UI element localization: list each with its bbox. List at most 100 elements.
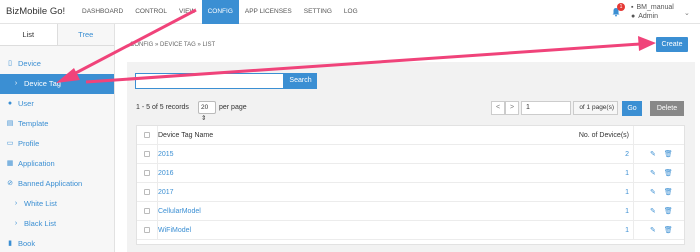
top-bar: BizMobile Go! DASHBOARD CONTROL VIEW CON… [0,0,700,24]
chevron-right-icon: › [14,80,18,87]
go-button[interactable]: Go [622,101,642,116]
records-count: 1 - 5 of 5 records [136,104,189,111]
file-icon: ▤ [6,120,14,127]
header-device-count: No. of Device(s) [578,131,629,139]
edit-icon[interactable]: ✎ [650,150,656,158]
nav-app-licenses[interactable]: APP LICENSES [239,0,298,24]
row-checkbox[interactable] [144,227,150,233]
table-row[interactable]: CellularModel 1 ✎ 🗑 [137,201,684,221]
sidebar-item-device-tag[interactable]: › Device Tag [0,74,114,94]
nav-config[interactable]: CONFIG [201,0,239,24]
table-header: Device Tag Name No. of Device(s) [137,125,684,145]
sidebar-item-label: Profile [18,139,40,148]
trash-icon[interactable]: 🗑 [664,207,673,215]
profile-icon: ▭ [6,140,14,147]
search-button[interactable]: Search [284,73,317,89]
edit-icon[interactable]: ✎ [650,169,656,177]
grid-icon: ▦ [6,160,14,167]
tab-tree[interactable]: Tree [57,24,114,45]
sidebar-item-application[interactable]: ▦ Application [0,154,114,174]
header-actions [633,125,684,145]
chevron-right-icon: › [14,220,18,227]
ban-icon: ⊘ [7,180,13,187]
nav-control[interactable]: CONTROL [129,0,173,24]
row-checkbox[interactable] [144,208,150,214]
user-icon: ▪ [631,4,634,11]
delete-button[interactable]: Delete [650,101,684,116]
sidebar-item-black-list[interactable]: › Black List [0,214,114,234]
trash-icon[interactable]: 🗑 [664,150,673,158]
tag-name-link[interactable]: 2017 [157,189,457,196]
edit-icon[interactable]: ✎ [650,207,656,215]
sidebar-item-template[interactable]: ▤ Template [0,114,114,134]
sidebar-item-white-list[interactable]: › White List [0,194,114,214]
user-name: BM_manual [636,4,674,11]
sidebar-item-banned-application[interactable]: ⊘ Banned Application [0,174,114,194]
brand-logo[interactable]: BizMobile Go! [6,6,65,17]
prev-page-button[interactable]: < [491,101,505,115]
edit-icon[interactable]: ✎ [650,226,656,234]
row-checkbox[interactable] [144,189,150,195]
sidebar-item-label: Banned Application [18,179,83,188]
device-count-link[interactable]: 1 [457,208,633,215]
user-menu[interactable]: ▪ BM_manual ● Admin [631,3,674,21]
sidebar-item-label: Book [18,239,36,248]
tag-name-link[interactable]: CellularModel [157,208,457,215]
sidebar-item-label: Application [18,159,55,168]
main-nav: DASHBOARD CONTROL VIEW CONFIG APP LICENS… [76,0,364,24]
trash-icon[interactable]: 🗑 [664,169,673,177]
table-row[interactable]: WiFiModel 1 ✎ 🗑 [137,220,684,240]
sidebar-item-label: White List [24,199,57,208]
nav-log[interactable]: LOG [338,0,364,24]
user-icon: ● [7,100,13,107]
sidebar: List Tree ▯ Device › Device Tag ● User ▤… [0,24,115,252]
sidebar-item-label: Template [18,119,49,128]
table-row[interactable]: 2016 1 ✎ 🗑 [137,163,684,183]
device-count-link[interactable]: 1 [457,227,633,234]
row-checkbox[interactable] [144,170,150,176]
per-page-select[interactable]: 20 ⇕ [198,101,216,122]
annotation-arrowhead-create [638,36,656,51]
sidebar-item-user[interactable]: ● User [0,94,114,114]
user-role: Admin [638,13,659,20]
sidebar-item-label: Device Tag [24,79,61,88]
row-checkbox[interactable] [144,151,150,157]
sidebar-item-device[interactable]: ▯ Device [0,54,114,74]
trash-icon[interactable]: 🗑 [664,226,673,234]
device-tag-table: Device Tag Name No. of Device(s) 2015 2 … [136,125,685,245]
page-number-input[interactable]: 1 [521,101,571,115]
select-all-checkbox[interactable] [144,132,150,138]
sidebar-item-profile[interactable]: ▭ Profile [0,134,114,154]
tablet-icon: ▯ [8,60,12,67]
device-count-link[interactable]: 1 [457,189,633,196]
nav-dashboard[interactable]: DASHBOARD [76,0,129,24]
sidebar-item-book[interactable]: ▮ Book [0,234,114,252]
sidebar-item-label: Black List [24,219,57,228]
chevron-right-icon: › [14,200,18,207]
chevron-down-icon[interactable]: ⌄ [684,9,690,17]
book-icon: ▮ [8,240,12,247]
person-icon: ● [631,13,636,20]
tab-list[interactable]: List [0,24,58,45]
nav-setting[interactable]: SETTING [298,0,338,24]
column-divider [157,126,158,240]
sidebar-item-label: Device [18,59,41,68]
next-page-button[interactable]: > [505,101,519,115]
nav-view[interactable]: VIEW [173,0,202,24]
search-input[interactable] [135,73,284,89]
table-row[interactable]: 2015 2 ✎ 🗑 [137,144,684,164]
trash-icon[interactable]: 🗑 [664,188,673,196]
tag-name-link[interactable]: WiFiModel [157,227,457,234]
tag-name-link[interactable]: 2016 [157,170,457,177]
notification-badge: 1 [617,3,625,11]
device-count-link[interactable]: 1 [457,170,633,177]
breadcrumb: CONFIG » DEVICE TAG » LIST [130,42,216,48]
header-device-tag-name: Device Tag Name [158,131,214,139]
create-button[interactable]: Create [656,37,688,52]
tag-name-link[interactable]: 2015 [157,151,457,158]
per-page-value: 20 [201,104,209,111]
table-row[interactable]: 2017 1 ✎ 🗑 [137,182,684,202]
sidebar-tabs: List Tree [0,24,114,46]
device-count-link[interactable]: 2 [457,151,633,158]
edit-icon[interactable]: ✎ [650,188,656,196]
